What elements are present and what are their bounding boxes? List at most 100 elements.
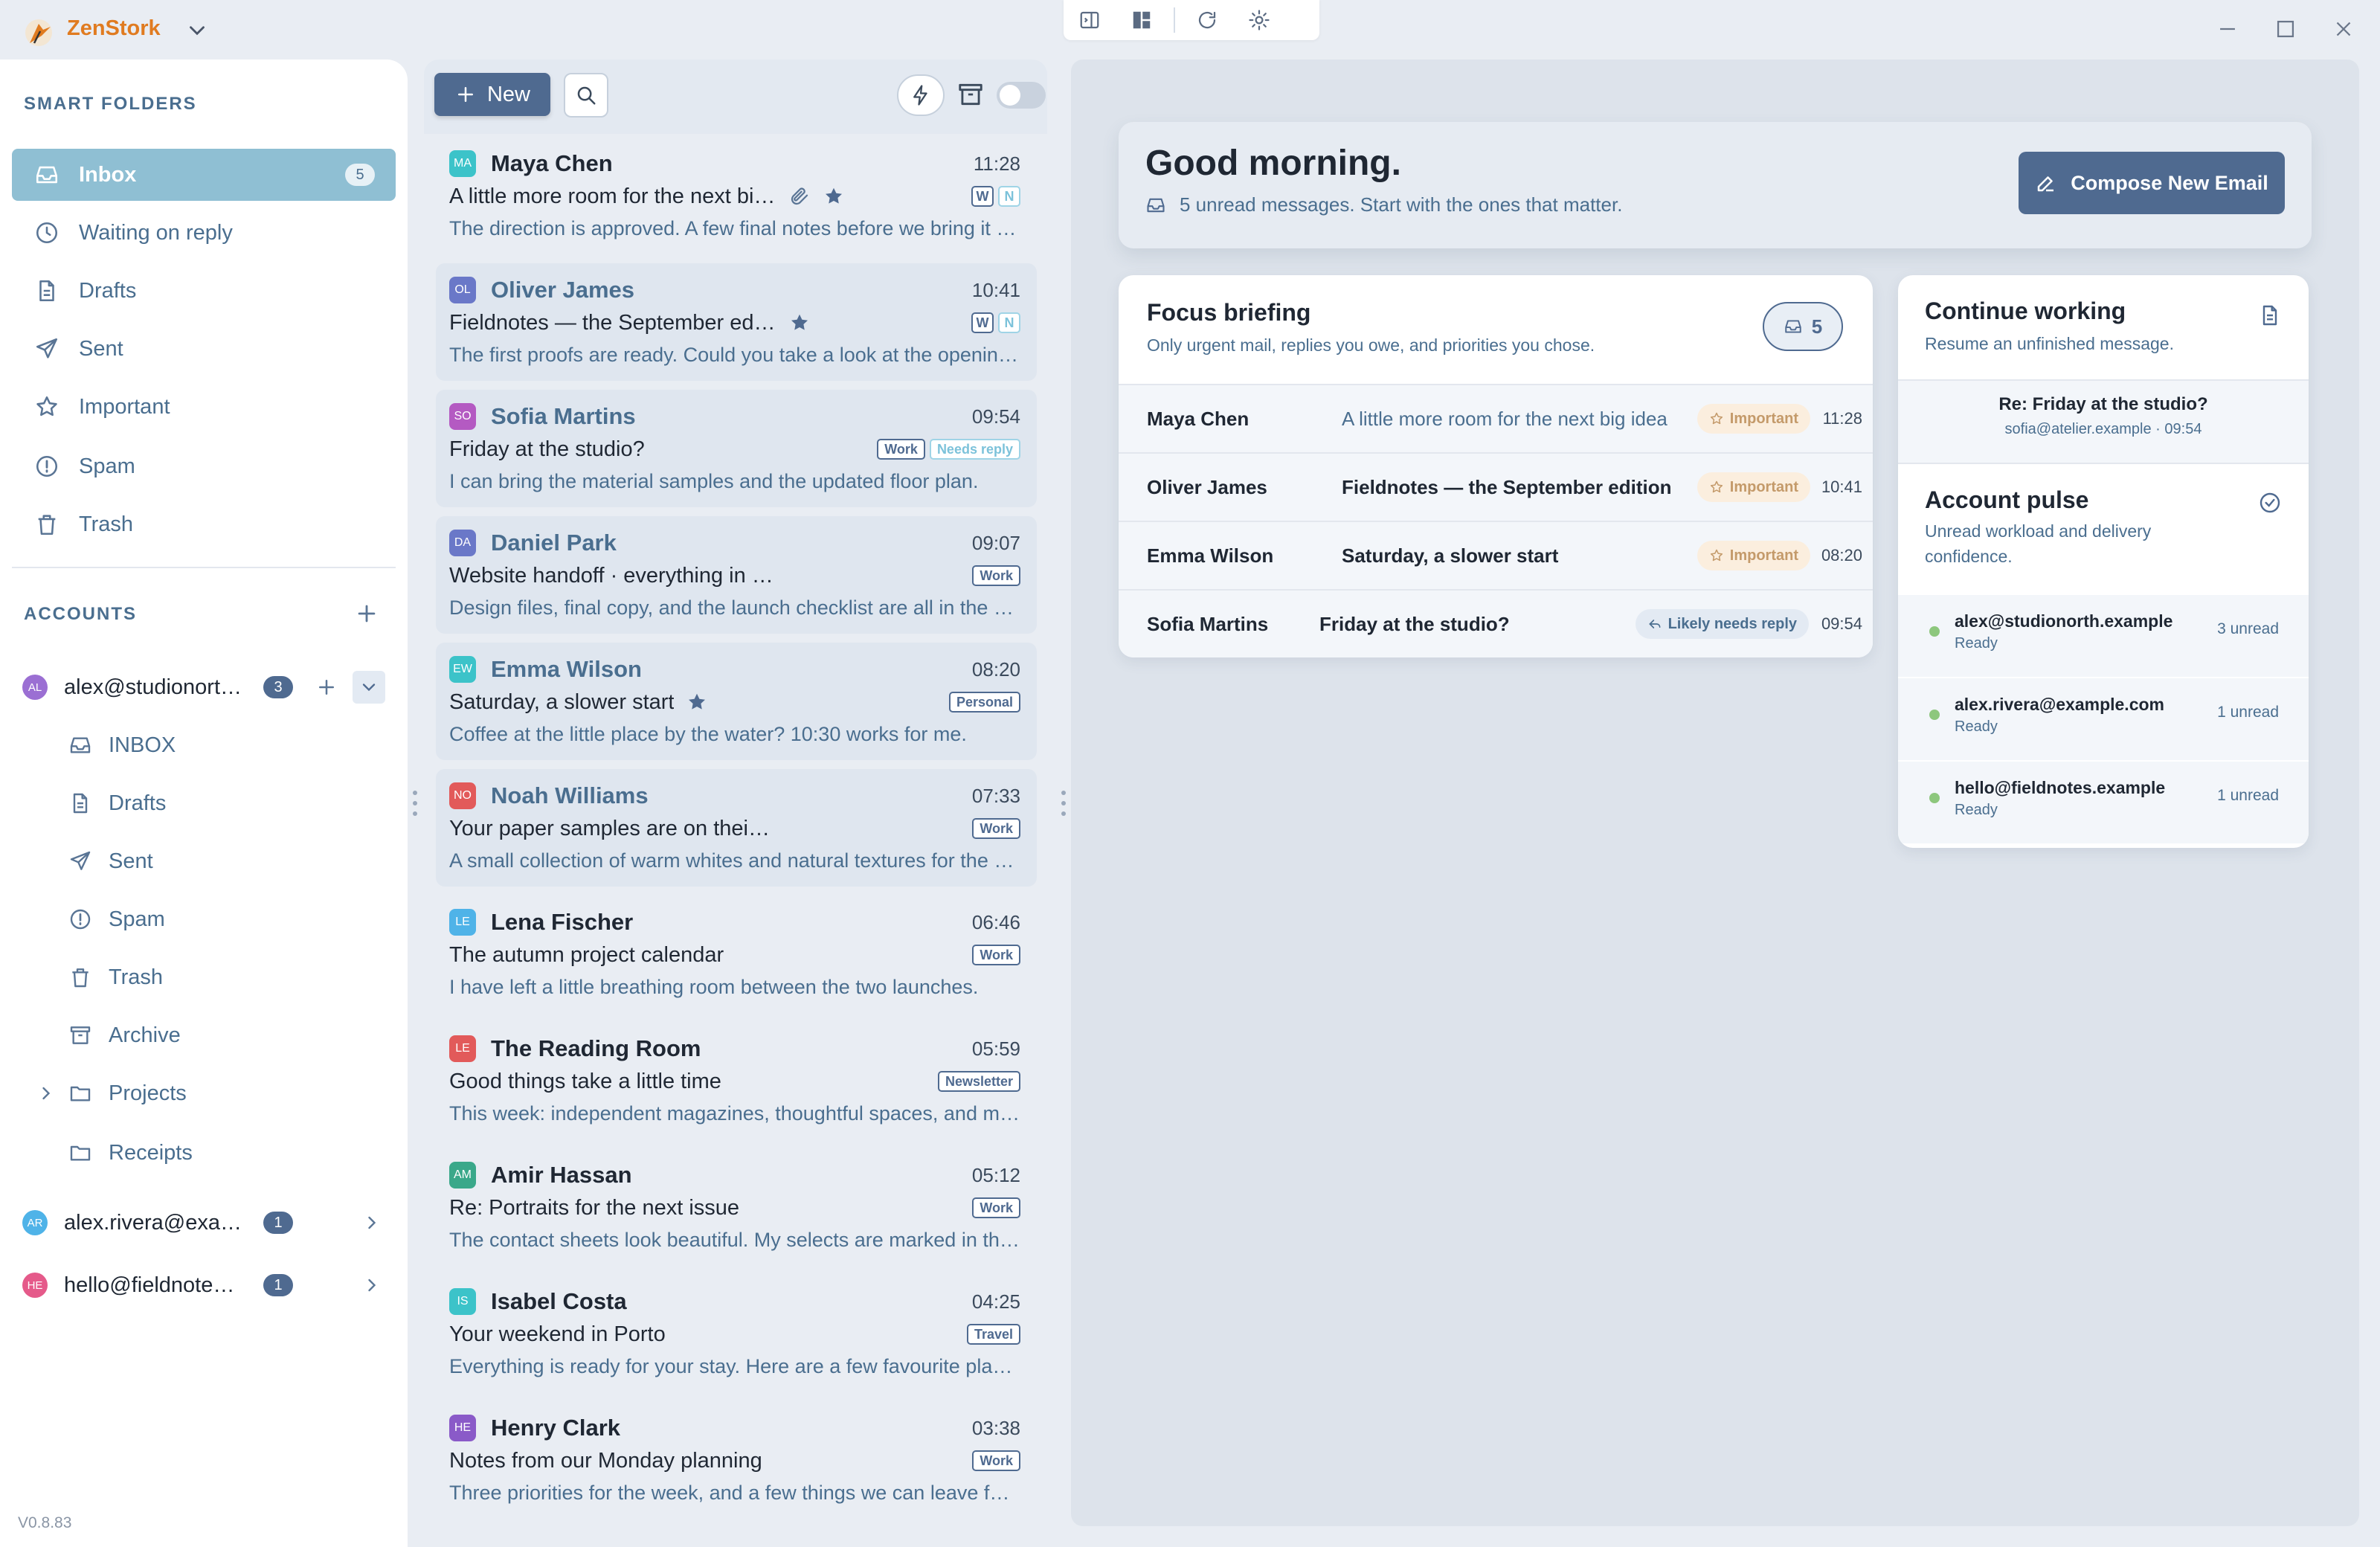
expand-account-chevron-icon[interactable] [361, 1212, 382, 1233]
search-button[interactable] [564, 73, 608, 118]
mail-subject: Notes from our Monday planning [449, 1448, 762, 1473]
sidebar-resize-handle[interactable] [411, 788, 419, 818]
mail-tag: N [998, 312, 1020, 333]
avatar: AR [22, 1210, 48, 1235]
mail-list-item[interactable]: EW Emma Wilson 08:20 Saturday, a slower … [436, 643, 1037, 760]
focus-row[interactable]: Maya Chen A little more room for the nex… [1119, 384, 1873, 452]
folder-item-archive[interactable]: Archive [68, 1013, 381, 1058]
view-toggle[interactable] [997, 82, 1046, 109]
folder-label: INBOX [109, 733, 176, 757]
star-filled-icon[interactable] [686, 691, 708, 713]
account-pulse-row[interactable]: alex@studionorth.example Ready 3 unread [1898, 594, 2309, 677]
mail-list-item[interactable]: SO Sofia Martins 09:54 Friday at the stu… [436, 390, 1037, 507]
add-account-plus-icon[interactable] [354, 601, 379, 626]
mail-subject: Saturday, a slower start [449, 689, 675, 714]
focus-row[interactable]: Oliver James Fieldnotes — the September … [1119, 452, 1873, 521]
sidebar-item-inbox[interactable]: Inbox 5 [12, 149, 396, 201]
folder-item-drafts[interactable]: Drafts [68, 781, 381, 826]
sidebar-item-drafts[interactable]: Drafts [12, 265, 396, 317]
focus-row-sender: Maya Chen [1147, 407, 1250, 430]
sidebar-item-trash[interactable]: Trash [12, 498, 396, 550]
expand-projects-chevron-icon[interactable] [36, 1083, 57, 1104]
mail-sender: Daniel Park [491, 530, 617, 556]
sidebar-toggle-icon[interactable] [1077, 7, 1102, 33]
folder-label: Sent [109, 849, 153, 873]
mail-list-item[interactable]: LE The Reading Room 05:59 Good things ta… [436, 1022, 1037, 1139]
avatar: AM [449, 1162, 476, 1189]
avatar: NO [449, 782, 476, 809]
folder-item-receipts[interactable]: Receipts [68, 1130, 381, 1175]
sidebar-item-important[interactable]: Important [12, 381, 396, 433]
sidebar-item-sent[interactable]: Sent [12, 323, 396, 375]
focus-row-time: 09:54 [1821, 614, 1862, 633]
account-row-alex-rivera[interactable]: AR alex.rivera@example.com 1 [22, 1200, 394, 1245]
sidebar-item-label: Sent [79, 336, 123, 361]
toolbar-divider [1174, 7, 1175, 33]
maximize-icon[interactable] [2273, 16, 2298, 42]
mail-time: 08:20 [971, 657, 1020, 681]
pulse-account: hello@fieldnotes.example [1955, 778, 2166, 797]
account-row-studionorth[interactable]: AL alex@studionorth.example 3 [22, 665, 394, 710]
mail-subject: Website handoff · everything in one plac… [449, 563, 776, 588]
mail-tag: Work [877, 439, 925, 460]
layout-icon[interactable] [1129, 7, 1154, 33]
add-folder-plus-icon[interactable] [315, 676, 338, 698]
mail-list-item[interactable]: HE Henry Clark 03:38 Notes from our Mond… [436, 1401, 1037, 1519]
star-filled-icon[interactable] [788, 312, 811, 334]
archive-icon[interactable] [956, 80, 985, 109]
mail-list-item[interactable]: DA Daniel Park 09:07 Website handoff · e… [436, 516, 1037, 634]
unread-count-badge: 5 [345, 164, 375, 186]
greeting-subtitle: 5 unread messages. Start with the ones t… [1145, 193, 1622, 216]
app-menu-chevron-icon[interactable] [184, 18, 210, 43]
focus-row[interactable]: Sofia Martins Friday at the studio? Like… [1119, 589, 1873, 657]
avatar: HE [449, 1415, 476, 1441]
sidebar-item-spam[interactable]: Spam [12, 440, 396, 492]
list-resize-handle[interactable] [1060, 788, 1067, 818]
pill-label: Important [1729, 547, 1798, 564]
mail-sender: Maya Chen [491, 150, 613, 176]
pulse-unread: 1 unread [2217, 787, 2279, 804]
compose-new-email-button[interactable]: Compose New Email [2019, 152, 2285, 214]
new-mail-button[interactable]: New [434, 73, 550, 116]
folder-item-projects[interactable]: Projects [68, 1071, 381, 1116]
folder-item-sent[interactable]: Sent [68, 839, 381, 884]
sidebar-item-waiting-on-reply[interactable]: Waiting on reply [12, 207, 396, 259]
minimize-icon[interactable] [2215, 16, 2240, 42]
inbox-icon [34, 162, 60, 187]
mail-list-item[interactable]: AM Amir Hassan 05:12 Re: Portraits for t… [436, 1148, 1037, 1266]
plus-icon [454, 83, 477, 106]
mail-list-item[interactable]: NO Noah Williams 07:33 Your paper sample… [436, 769, 1037, 887]
account-pulse-row[interactable]: alex.rivera@example.com Ready 1 unread [1898, 677, 2309, 760]
draft-meta: sofia@atelier.example · 09:54 [2004, 421, 2202, 437]
pulse-status: Ready [1955, 802, 1998, 818]
account-row-fieldnotes[interactable]: HE hello@fieldnotes.example 1 [22, 1263, 394, 1308]
focus-row-sender: Emma Wilson [1147, 544, 1274, 567]
focus-count-badge[interactable]: 5 [1763, 302, 1843, 351]
mail-list-item[interactable]: MA Maya Chen 11:28 A little more room fo… [436, 137, 1037, 254]
mail-list-item[interactable]: IS Isabel Costa 04:25 Your weekend in Po… [436, 1275, 1037, 1392]
refresh-icon[interactable] [1194, 7, 1220, 33]
settings-gear-icon[interactable] [1247, 7, 1272, 33]
status-dot [1929, 793, 1940, 803]
close-icon[interactable] [2331, 16, 2356, 42]
mail-subject: Fieldnotes — the September edition [449, 310, 776, 335]
focus-row-subject: Friday at the studio? [1319, 612, 1510, 635]
app-version: V0.8.83 [18, 1514, 72, 1531]
expand-account-chevron-icon[interactable] [361, 1275, 382, 1296]
quick-actions-button[interactable] [897, 74, 945, 116]
account-pulse-row[interactable]: hello@fieldnotes.example Ready 1 unread [1898, 760, 2309, 843]
mail-list-item[interactable]: OL Oliver James 10:41 Fieldnotes — the S… [436, 263, 1037, 381]
folder-item-trash[interactable]: Trash [68, 955, 381, 1000]
focus-row[interactable]: Emma Wilson Saturday, a slower start Imp… [1119, 521, 1873, 589]
folder-item-spam[interactable]: Spam [68, 897, 381, 942]
reply-icon [1647, 617, 1662, 631]
mail-tag: Personal [948, 692, 1020, 713]
collapse-account-chevron-icon[interactable] [353, 671, 385, 704]
folder-item-inbox[interactable]: INBOX [68, 723, 381, 768]
star-filled-icon[interactable] [823, 185, 845, 208]
draft-item[interactable]: Re: Friday at the studio? sofia@atelier.… [1898, 379, 2309, 464]
mail-list-item[interactable]: LE Lena Fischer 06:46 The autumn project… [436, 895, 1037, 1013]
mail-preview: Design files, final copy, and the launch… [449, 596, 1020, 619]
focus-row-subject: Fieldnotes — the September edition [1342, 475, 1672, 498]
folder-label: Trash [109, 965, 164, 989]
